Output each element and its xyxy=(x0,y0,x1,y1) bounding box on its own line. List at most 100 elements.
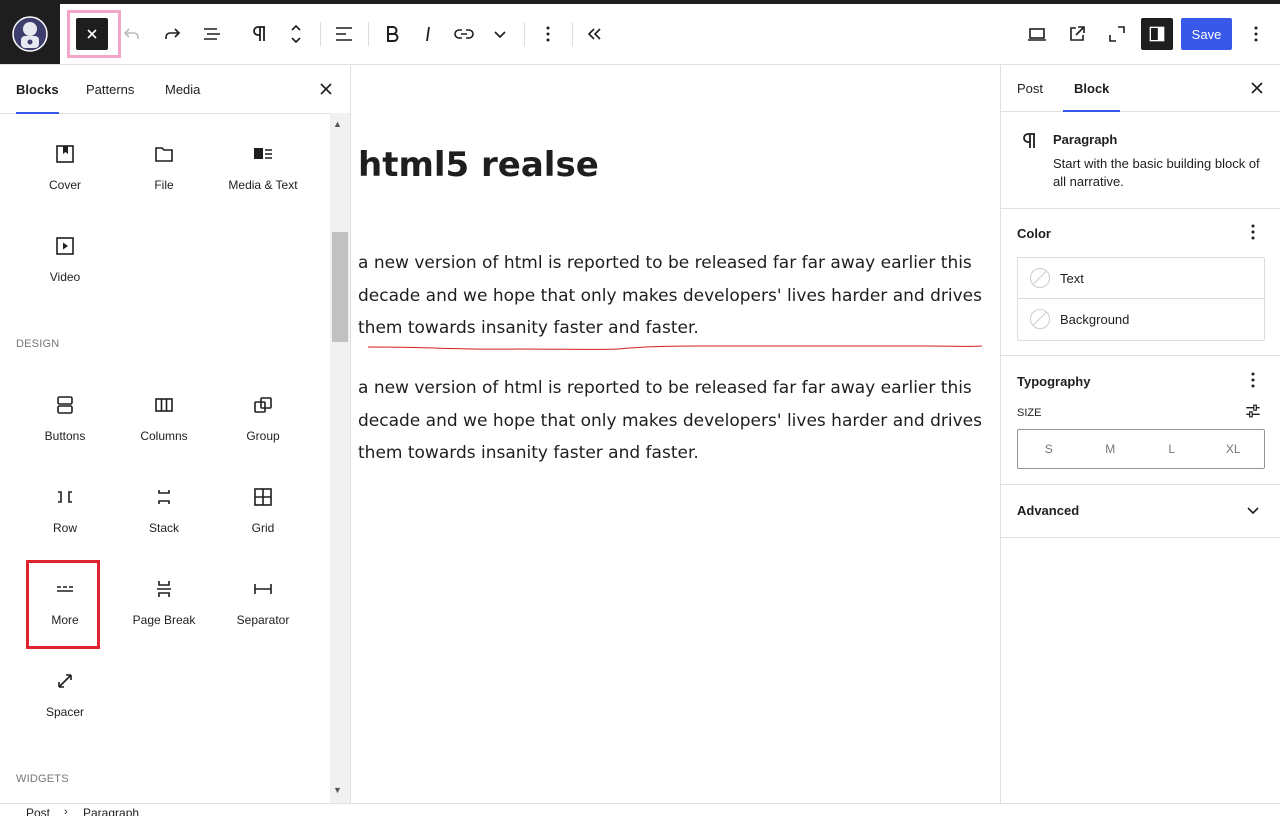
post-title[interactable]: html5 realse xyxy=(358,145,599,185)
block-options-button[interactable] xyxy=(530,16,566,52)
options-button[interactable] xyxy=(1238,16,1274,52)
block-label: Cover xyxy=(48,178,81,192)
collapse-icon xyxy=(587,28,601,40)
color-options: Text Background xyxy=(1017,257,1265,341)
move-block-button[interactable] xyxy=(278,16,314,52)
font-size-s[interactable]: S xyxy=(1018,430,1080,468)
block-cover[interactable]: Cover xyxy=(16,124,114,204)
block-page-break[interactable]: Page Break xyxy=(115,559,213,639)
bold-button[interactable] xyxy=(374,16,410,52)
spacer-icon xyxy=(53,669,77,693)
paragraph-block-2[interactable]: a new version of html is reported to be … xyxy=(358,372,990,470)
scroll-down-icon[interactable]: ▼ xyxy=(333,785,342,795)
block-card-description: Start with the basic building block of a… xyxy=(1053,156,1260,189)
block-label: Grid xyxy=(251,521,275,535)
color-item-background[interactable]: Background xyxy=(1018,299,1264,339)
grid-icon xyxy=(251,485,275,509)
close-inserter-button[interactable] xyxy=(76,18,108,50)
block-row[interactable]: Row xyxy=(16,467,114,547)
separator-icon xyxy=(251,577,275,601)
font-size-xl[interactable]: XL xyxy=(1203,430,1265,468)
close-icon xyxy=(87,29,97,39)
scrollbar-thumb[interactable] xyxy=(332,232,348,342)
block-columns[interactable]: Columns xyxy=(115,375,213,455)
advanced-panel-title[interactable]: Advanced xyxy=(1017,503,1079,518)
block-media-text[interactable]: Media & Text xyxy=(214,124,312,204)
inserter-tabs: Blocks Patterns Media xyxy=(0,65,350,114)
paragraph-icon xyxy=(1017,129,1041,156)
editor-canvas[interactable]: html5 realse a new version of html is re… xyxy=(351,65,999,803)
block-label: Page Break xyxy=(132,613,196,627)
block-spacer[interactable]: Spacer xyxy=(16,651,114,731)
undo-button[interactable] xyxy=(114,16,150,52)
chevron-down-icon xyxy=(494,31,506,39)
block-label: Media & Text xyxy=(228,178,298,192)
site-logo-icon[interactable] xyxy=(0,4,60,64)
font-size-picker: S M L XL xyxy=(1017,429,1265,469)
fullscreen-button[interactable] xyxy=(1099,16,1135,52)
save-button[interactable]: Save xyxy=(1181,18,1232,50)
settings-panel: Post Block Paragraph Start with the basi… xyxy=(1000,65,1280,803)
typography-panel-title[interactable]: Typography xyxy=(1017,374,1090,389)
file-icon xyxy=(152,142,176,166)
font-size-l[interactable]: L xyxy=(1141,430,1203,468)
list-view-button[interactable] xyxy=(194,16,230,52)
settings-sidebar-icon xyxy=(1149,26,1165,42)
tab-blocks[interactable]: Blocks xyxy=(16,65,59,114)
tab-block[interactable]: Block xyxy=(1063,65,1121,112)
align-icon xyxy=(336,27,352,41)
chevron-down-icon[interactable] xyxy=(1241,498,1265,522)
tab-post[interactable]: Post xyxy=(1017,65,1043,111)
font-size-m[interactable]: M xyxy=(1080,430,1142,468)
close-inserter-icon[interactable] xyxy=(314,77,338,101)
close-settings-icon[interactable] xyxy=(1245,76,1269,100)
tab-patterns[interactable]: Patterns xyxy=(86,65,134,113)
redo-button[interactable] xyxy=(154,16,190,52)
block-label: Columns xyxy=(140,429,188,443)
custom-size-icon[interactable] xyxy=(1241,399,1265,423)
block-label: Buttons xyxy=(44,429,86,443)
breadcrumb: Post › Paragraph xyxy=(0,803,1280,816)
block-label: File xyxy=(154,178,174,192)
align-button[interactable] xyxy=(326,16,362,52)
more-vertical-icon[interactable] xyxy=(1241,368,1265,392)
tab-media[interactable]: Media xyxy=(165,65,200,113)
color-swatch-icon xyxy=(1030,309,1050,329)
buttons-icon xyxy=(53,393,77,417)
color-swatch-icon xyxy=(1030,268,1050,288)
scroll-up-icon[interactable]: ▲ xyxy=(333,119,342,129)
block-label: Group xyxy=(246,429,280,443)
block-type-button[interactable] xyxy=(241,16,277,52)
collapse-toolbar-button[interactable] xyxy=(577,16,613,52)
block-buttons[interactable]: Buttons xyxy=(16,375,114,455)
view-post-button[interactable] xyxy=(1059,16,1095,52)
paragraph-icon xyxy=(253,26,265,41)
block-video[interactable]: Video xyxy=(16,216,114,296)
group-icon xyxy=(251,393,275,417)
block-group[interactable]: Group xyxy=(214,375,312,455)
block-stack[interactable]: Stack xyxy=(115,467,213,547)
size-label: SIZE xyxy=(1017,407,1042,419)
italic-icon xyxy=(426,26,430,42)
redo-icon xyxy=(165,28,181,39)
external-view-icon xyxy=(1070,26,1085,41)
divider xyxy=(368,22,369,46)
more-vertical-icon[interactable] xyxy=(1241,220,1265,244)
paragraph-block-1[interactable]: a new version of html is reported to be … xyxy=(358,247,990,345)
color-item-text[interactable]: Text xyxy=(1018,258,1264,299)
divider xyxy=(320,22,321,46)
columns-icon xyxy=(152,393,176,417)
inserter-scrollbar[interactable] xyxy=(330,113,350,803)
italic-button[interactable] xyxy=(410,16,446,52)
preview-button[interactable] xyxy=(1019,16,1055,52)
color-item-label: Text xyxy=(1060,270,1084,286)
color-panel-title[interactable]: Color xyxy=(1017,226,1051,241)
block-file[interactable]: File xyxy=(115,124,213,204)
block-grid[interactable]: Grid xyxy=(214,467,312,547)
settings-sidebar-button[interactable] xyxy=(1141,18,1173,50)
more-rich-text-button[interactable] xyxy=(482,16,518,52)
block-separator[interactable]: Separator xyxy=(214,559,312,639)
link-button[interactable] xyxy=(446,16,482,52)
fullscreen-icon xyxy=(1109,26,1125,42)
move-up-down-icon xyxy=(291,24,301,44)
